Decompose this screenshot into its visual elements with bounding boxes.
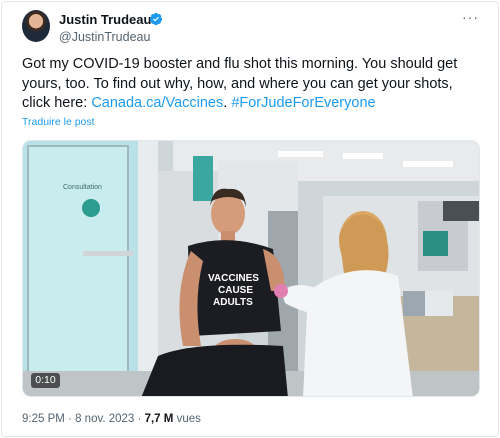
video-duration-badge: 0:10 [31,373,60,388]
video-frame-image: Consultation VACCINES CAUSE ADULTS [23,141,479,396]
translate-post-link[interactable]: Traduire le post [22,116,95,128]
verified-badge-icon [149,12,163,26]
shirt-text-line1: VACCINES [208,273,259,284]
meta-separator-2: · [137,413,142,425]
tweet-meta: 9:25 PM · 8 nov. 2023 · 7,7 M vues [22,413,201,425]
tweet-text: Got my COVID-19 booster and flu shot thi… [22,55,482,114]
views-label: vues [176,413,201,425]
shirt-text-line2: CAUSE [218,285,253,296]
views-count: 7,7 M [144,413,174,425]
author-handle[interactable]: @JustinTrudeau [59,30,150,44]
video-player[interactable]: Consultation VACCINES CAUSE ADULTS [22,140,480,397]
avatar[interactable] [22,10,50,42]
shirt-text-line3: ADULTS [213,297,253,308]
meta-separator: · [68,413,72,425]
consultation-sign: Consultation [63,184,102,191]
hashtag-link[interactable]: #ForJudeForEveryone [231,95,375,111]
more-options-icon[interactable]: ··· [462,9,479,25]
post-time[interactable]: 9:25 PM [22,413,65,425]
post-date[interactable]: 8 nov. 2023 [75,413,134,425]
vaccines-link[interactable]: Canada.ca/Vaccines [91,95,223,111]
author-name[interactable]: Justin Trudeau [59,12,151,27]
